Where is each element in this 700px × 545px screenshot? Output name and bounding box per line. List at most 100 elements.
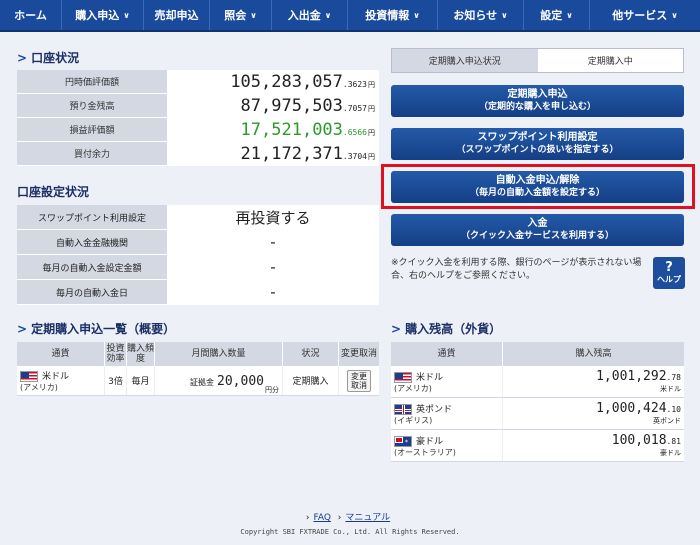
- row-label: 損益評価額: [17, 118, 167, 141]
- cell-balance: 1,000,424.10 英ポンド: [503, 398, 684, 429]
- table-row: 英ポンド (イギリス) 1,000,424.10 英ポンド: [391, 398, 684, 430]
- holdings-table: 通貨 購入残高 米ドル (アメリカ) 1,001,292.78 米ドル 英ポンド…: [391, 342, 684, 462]
- nav-sell[interactable]: 売却申込: [144, 0, 210, 30]
- row-label: 買付余力: [17, 142, 167, 165]
- row-label: 預り金残高: [17, 94, 167, 117]
- header-frequency: 購入頻度: [127, 342, 155, 366]
- question-icon: ?: [665, 260, 673, 275]
- button-sublabel: （スワップポイントの扱いを指定する）: [456, 145, 619, 155]
- account-status-table: 円時価評価額 105,283,057.3623 円 預り金残高 87,975,50…: [17, 70, 379, 166]
- row-value: 17,521,003.6566 円: [167, 118, 379, 141]
- help-label: ヘルプ: [657, 275, 681, 284]
- nav-home[interactable]: ホーム: [0, 0, 62, 30]
- holdings-title: > 購入残高（外貨）: [391, 320, 501, 337]
- balance-unit: 英ポンド: [653, 417, 681, 425]
- button-sublabel: （クイック入金サービスを利用する）: [460, 231, 614, 241]
- cell-currency: 米ドル (アメリカ): [17, 366, 105, 395]
- balance-decimal: .10: [666, 405, 681, 414]
- row-label: スワップポイント利用設定: [17, 205, 167, 229]
- quantity-unit: 円分: [265, 386, 279, 394]
- header-currency: 通貨: [391, 342, 503, 366]
- quick-deposit-note: ※クイック入金を利用する際、銀行のページが表示されない場合、右のヘルプをご参照く…: [391, 258, 642, 281]
- value-decimal: .7057: [342, 104, 367, 113]
- tab-regular-active[interactable]: 定期購入中: [537, 49, 683, 72]
- nav-investment-info[interactable]: 投資情報 ∨: [348, 0, 438, 30]
- cell-balance: 100,018.81 豪ドル: [503, 430, 684, 461]
- currency-country: (オーストラリア): [394, 447, 456, 457]
- regular-list-table: 通貨 投資効率 購入頻度 月間購入数量 状況 変更取消 米ドル (アメリカ) 3…: [17, 342, 379, 396]
- top-nav: ホーム 購入申込 ∨ 売却申込 照会 ∨ 入出金 ∨ 投資情報 ∨ お知らせ ∨ 設定 ∨ …: [0, 0, 700, 32]
- row-label: 毎月の自動入金日: [17, 280, 167, 304]
- row-value: -: [167, 280, 379, 304]
- nav-settings[interactable]: 設定 ∨: [524, 0, 590, 30]
- regular-purchase-button[interactable]: 定期購入申込 （定期的な購入を申し込む）: [391, 85, 684, 117]
- row-value: 105,283,057.3623 円: [167, 70, 379, 93]
- value-main: 105,283,057: [230, 72, 343, 92]
- regular-list-title: > 定期購入申込一覧（概要）: [17, 320, 175, 337]
- currency-country: (アメリカ): [20, 382, 58, 392]
- account-row-market-value: 円時価評価額 105,283,057.3623 円: [17, 70, 379, 94]
- tab-regular-status[interactable]: 定期購入申込状況: [392, 49, 538, 72]
- row-label: 毎月の自動入金設定金額: [17, 255, 167, 279]
- button-label: 変更: [351, 371, 367, 381]
- settings-row-day: 毎月の自動入金日 -: [17, 280, 379, 305]
- balance-line: 1,000,424.10: [596, 401, 681, 416]
- value-unit: 円: [368, 153, 375, 161]
- value-decimal: .3704: [342, 152, 367, 161]
- cell-change: 変更 取消: [339, 366, 379, 395]
- nav-label: 投資情報: [365, 9, 410, 22]
- faq-link[interactable]: FAQ: [313, 513, 330, 523]
- balance-decimal: .78: [666, 373, 681, 382]
- row-value: -: [167, 230, 379, 254]
- balance-line: 100,018.81: [612, 433, 681, 448]
- cell-currency: 英ポンド (イギリス): [391, 398, 503, 429]
- header-status: 状況: [283, 342, 339, 366]
- nav-inquiry[interactable]: 照会 ∨: [210, 0, 272, 30]
- deposit-button[interactable]: 入金 （クイック入金サービスを利用する）: [391, 214, 684, 246]
- nav-label: ホーム: [14, 9, 47, 22]
- balance-main: 100,018: [611, 433, 667, 448]
- change-cancel-button[interactable]: 変更 取消: [347, 369, 371, 392]
- nav-purchase[interactable]: 購入申込 ∨: [62, 0, 144, 30]
- help-button[interactable]: ? ヘルプ: [653, 257, 685, 289]
- button-label: 取消: [351, 380, 367, 390]
- account-row-buying-power: 買付余力 21,172,371.3704 円: [17, 142, 379, 166]
- manual-link[interactable]: マニュアル: [345, 513, 390, 523]
- settings-row-amount: 毎月の自動入金設定金額 -: [17, 255, 379, 280]
- cell-frequency: 毎月: [127, 366, 155, 395]
- nav-deposit-withdraw[interactable]: 入出金 ∨: [272, 0, 348, 30]
- row-value: 87,975,503.7057 円: [167, 94, 379, 117]
- uk-flag-icon: [394, 403, 412, 415]
- nav-news[interactable]: お知らせ ∨: [438, 0, 524, 30]
- nav-label: 設定: [540, 9, 563, 22]
- row-value: -: [167, 255, 379, 279]
- row-value: 21,172,371.3704 円: [167, 142, 379, 165]
- currency-name: 米ドル: [416, 372, 444, 383]
- nav-label: 購入申込: [75, 9, 120, 22]
- currency-line: 米ドル: [394, 370, 443, 383]
- chevron-down-icon: ∨: [250, 10, 257, 20]
- currency-line: * 豪ドル: [394, 434, 443, 447]
- settings-row-swap: スワップポイント利用設定 再投資する: [17, 205, 379, 230]
- cell-currency: 米ドル (アメリカ): [391, 366, 503, 397]
- value-main: 21,172,371: [240, 144, 343, 164]
- account-row-deposit: 預り金残高 87,975,503.7057 円: [17, 94, 379, 118]
- row-value: 再投資する: [167, 205, 379, 229]
- button-label: 入金: [527, 218, 548, 229]
- account-row-pnl: 損益評価額 17,521,003.6566 円: [17, 118, 379, 142]
- header-balance: 購入残高: [575, 349, 612, 359]
- cell-balance: 1,001,292.78 米ドル: [503, 366, 684, 397]
- account-status-title: > 口座状況: [17, 49, 79, 66]
- currency-name: 豪ドル: [416, 436, 444, 447]
- currency-name: 米ドル: [42, 371, 70, 382]
- nav-other-services[interactable]: 他サービス ∨: [590, 0, 700, 30]
- header-change: 変更取消: [340, 349, 377, 359]
- chevron-right-icon: >: [17, 322, 28, 336]
- chevron-down-icon: ∨: [123, 10, 130, 20]
- nav-label: 入出金: [287, 9, 321, 22]
- swap-setting-button[interactable]: スワップポイント利用設定 （スワップポイントの扱いを指定する）: [391, 128, 684, 160]
- chevron-down-icon: ∨: [501, 10, 508, 20]
- value-unit: 円: [368, 105, 375, 113]
- value-unit: 円: [368, 129, 375, 137]
- button-sublabel: （定期的な購入を申し込む）: [478, 102, 596, 112]
